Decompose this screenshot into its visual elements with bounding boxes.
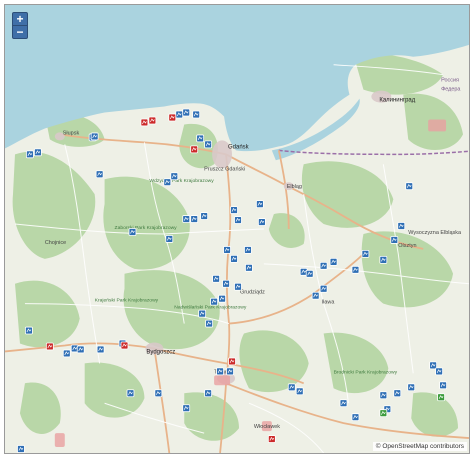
- blue-marker-icon[interactable]: [154, 389, 163, 398]
- zoom-out-button[interactable]: −: [13, 25, 27, 38]
- red-marker-icon[interactable]: [140, 118, 149, 127]
- label-grudziadz: Grudziądz: [240, 290, 265, 296]
- red-marker-icon[interactable]: [190, 145, 199, 154]
- blue-marker-icon[interactable]: [216, 367, 224, 376]
- blue-marker-icon[interactable]: [126, 389, 135, 398]
- blue-marker-icon[interactable]: [192, 110, 201, 119]
- blue-marker-icon[interactable]: [234, 216, 242, 224]
- label-kaliningrad: Калининград: [379, 98, 415, 104]
- label-krajenski: Krajeński Park Krajobrazowy: [95, 298, 159, 304]
- blue-marker-icon[interactable]: [163, 178, 172, 187]
- red-marker-icon[interactable]: [228, 357, 236, 366]
- green-marker-icon[interactable]: [437, 393, 445, 402]
- blue-marker-icon[interactable]: [329, 257, 338, 266]
- blue-marker-icon[interactable]: [205, 319, 214, 328]
- zoom-in-button[interactable]: +: [13, 13, 27, 25]
- label-wloclawek: Włocławek: [254, 424, 280, 430]
- blue-marker-icon[interactable]: [234, 282, 242, 291]
- blue-marker-icon[interactable]: [170, 172, 179, 181]
- blue-marker-icon[interactable]: [34, 148, 42, 157]
- blue-marker-icon[interactable]: [198, 309, 207, 318]
- blue-marker-icon[interactable]: [407, 383, 416, 392]
- blue-marker-icon[interactable]: [393, 389, 402, 398]
- blue-marker-icon[interactable]: [128, 228, 137, 236]
- blue-marker-icon[interactable]: [435, 367, 443, 376]
- label-slupsk: Słupsk: [63, 130, 80, 136]
- label-chojnice: Chojnice: [45, 240, 66, 246]
- blue-marker-icon[interactable]: [190, 215, 199, 223]
- blue-marker-icon[interactable]: [245, 263, 253, 272]
- blue-marker-icon[interactable]: [200, 212, 209, 220]
- blue-marker-icon[interactable]: [295, 387, 304, 396]
- red-marker-icon[interactable]: [168, 113, 177, 122]
- blue-marker-icon[interactable]: [287, 383, 296, 392]
- map-viewport[interactable]: Калининград Россия Федера Gdańsk Pruszcz…: [4, 4, 470, 454]
- blue-marker-icon[interactable]: [305, 269, 314, 278]
- blue-marker-icon[interactable]: [210, 297, 218, 306]
- blue-marker-icon[interactable]: [226, 367, 234, 376]
- blue-marker-icon[interactable]: [379, 255, 388, 264]
- blue-marker-icon[interactable]: [258, 218, 266, 226]
- blue-marker-icon[interactable]: [244, 246, 252, 254]
- map-attribution[interactable]: © OpenStreetMap contributors: [372, 442, 467, 451]
- map-canvas[interactable]: Калининград Россия Федера Gdańsk Pruszcz…: [5, 5, 469, 453]
- blue-marker-icon[interactable]: [256, 200, 264, 208]
- blue-marker-icon[interactable]: [222, 279, 230, 288]
- label-russia: Россия: [441, 78, 459, 84]
- label-bydgoszcz: Bydgoszcz: [146, 349, 175, 355]
- blue-marker-icon[interactable]: [196, 134, 205, 143]
- label-elblag: Elbląg: [287, 184, 302, 190]
- blue-marker-icon[interactable]: [204, 140, 213, 149]
- blue-marker-icon[interactable]: [223, 246, 231, 254]
- zoom-control: + −: [12, 12, 28, 39]
- blue-marker-icon[interactable]: [76, 345, 85, 354]
- label-wysoczyzna: Wysoczyzna Elbląska: [408, 230, 462, 236]
- label-wdzydzki: Wdzydzki Park Krajobrazowy: [149, 178, 214, 184]
- blue-marker-icon[interactable]: [351, 265, 360, 274]
- blue-marker-icon[interactable]: [319, 261, 328, 270]
- green-marker-icon[interactable]: [379, 409, 388, 418]
- blue-marker-icon[interactable]: [397, 222, 406, 230]
- blue-marker-icon[interactable]: [319, 284, 328, 293]
- red-marker-icon[interactable]: [45, 342, 54, 351]
- blue-marker-icon[interactable]: [351, 413, 360, 422]
- blue-marker-icon[interactable]: [90, 132, 99, 141]
- blue-marker-icon[interactable]: [339, 399, 348, 408]
- blue-marker-icon[interactable]: [182, 108, 191, 117]
- blue-marker-icon[interactable]: [311, 291, 320, 300]
- blue-marker-icon[interactable]: [212, 274, 220, 283]
- label-zaborski: Zaborski Park Krajobrazowy: [115, 225, 178, 231]
- blue-marker-icon[interactable]: [405, 182, 414, 191]
- blue-marker-icon[interactable]: [439, 381, 447, 390]
- blue-marker-icon[interactable]: [96, 345, 105, 354]
- blue-marker-icon[interactable]: [230, 254, 238, 263]
- blue-marker-icon[interactable]: [17, 445, 25, 453]
- label-nadwislanski: Nadwiślański Park Krajobrazowy: [174, 305, 247, 311]
- blue-marker-icon[interactable]: [175, 110, 184, 119]
- blue-marker-icon[interactable]: [218, 294, 226, 303]
- blue-marker-icon[interactable]: [182, 215, 191, 223]
- red-marker-icon[interactable]: [148, 116, 157, 125]
- blue-marker-icon[interactable]: [204, 389, 213, 398]
- blue-marker-icon[interactable]: [379, 391, 388, 400]
- label-brodnicki: Brodnicki Park Krajobrazowy: [334, 369, 398, 375]
- red-marker-icon[interactable]: [267, 435, 276, 443]
- blue-marker-icon[interactable]: [25, 326, 33, 335]
- blue-marker-icon[interactable]: [26, 150, 34, 159]
- blue-marker-icon[interactable]: [95, 170, 104, 179]
- label-gdansk: Gdańsk: [228, 144, 249, 150]
- blue-marker-icon[interactable]: [165, 235, 174, 243]
- blue-marker-icon[interactable]: [230, 206, 238, 214]
- label-pruszcz: Pruszcz Gdański: [204, 166, 245, 172]
- blue-marker-icon[interactable]: [182, 404, 191, 413]
- red-marker-icon[interactable]: [120, 341, 129, 350]
- blue-marker-icon[interactable]: [390, 236, 399, 244]
- label-ilawa: Iława: [322, 300, 336, 306]
- blue-marker-icon[interactable]: [62, 349, 71, 358]
- label-olsztyn: Olsztyn: [398, 243, 416, 249]
- blue-marker-icon[interactable]: [361, 250, 370, 258]
- label-federacia: Федера: [441, 87, 461, 93]
